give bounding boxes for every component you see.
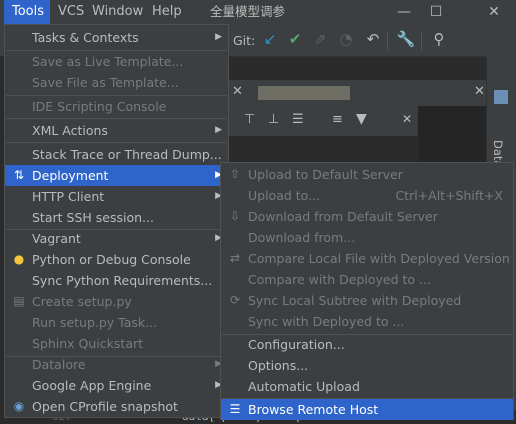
menu-window[interactable]: Window [92, 0, 143, 24]
menu-item-stack-trace[interactable]: Stack Trace or Thread Dump... [5, 144, 228, 165]
collapse-all-icon[interactable]: ⊥ [268, 112, 279, 127]
menu-item-options[interactable]: Options... [221, 355, 513, 376]
menu-item-compare-local-deployed: ⇄ Compare Local File with Deployed Versio… [221, 248, 513, 269]
menu-tools[interactable]: Tools [4, 0, 50, 24]
close-tab-icon[interactable]: ✕ [474, 84, 485, 99]
cprofile-icon: ◉ [13, 399, 25, 413]
sync-icon: ⟳ [229, 293, 241, 307]
menu-item-create-setup-py: ▤ Create setup.py [5, 291, 228, 312]
expand-all-icon[interactable]: ⊤ [244, 112, 255, 127]
menu-item-start-ssh-session[interactable]: Start SSH session... [5, 207, 228, 228]
remote-host-icon: ☰ [229, 402, 241, 416]
menu-separator [6, 118, 227, 119]
menu-item-tasks-contexts[interactable]: Tasks & Contexts ▶ [5, 27, 228, 48]
submenu-arrow-icon: ▶ [215, 32, 222, 42]
menu-item-xml-actions[interactable]: XML Actions ▶ [5, 120, 228, 141]
menu-item-upload-default-server: ⇧ Upload to Default Server [221, 164, 513, 185]
editor-tab[interactable] [258, 86, 350, 100]
sort-icon[interactable]: ≡ [332, 112, 343, 127]
menu-bar: Tools VCS Window Help 全量模型调参 — ☐ ✕ [0, 0, 516, 24]
menu-item-ide-scripting-console: IDE Scripting Console [32, 99, 167, 114]
file-icon: ▤ [13, 294, 25, 308]
rollback-icon[interactable]: ↶ [362, 28, 384, 50]
download-icon: ⇩ [229, 209, 241, 223]
git-push-icon: ⇗ [313, 30, 327, 48]
menu-item-python-debug-console[interactable]: ● Python or Debug Console [5, 249, 228, 270]
menu-item-google-app-engine[interactable]: Google App Engine ▶ [5, 375, 228, 396]
shortcut-label: Ctrl+Alt+Shift+X [395, 188, 503, 203]
menu-item-compare-deployed-to: Compare with Deployed to ... [248, 272, 431, 287]
close-tab-icon[interactable]: ✕ [232, 84, 243, 99]
menu-item-run-setup-py-task: Run setup.py Task... [32, 315, 158, 330]
database-icon[interactable] [494, 90, 508, 104]
menu-item-sync-deployed-to: Sync with Deployed to ... [248, 314, 405, 329]
filter-icon[interactable]: ▼ [356, 111, 367, 127]
submenu-arrow-icon: ▶ [215, 125, 222, 135]
menu-item-deployment[interactable]: ⇅ Deployment ▶ [5, 165, 228, 186]
menu-item-configuration[interactable]: Configuration... [221, 334, 513, 355]
menu-item-datalore: Datalore ▶ [5, 354, 228, 375]
close-icon[interactable]: ✕ [474, 0, 514, 24]
compare-icon: ⇄ [229, 251, 241, 265]
menu-item-browse-remote-host[interactable]: ☰ Browse Remote Host [221, 399, 513, 420]
menu-help[interactable]: Help [152, 0, 182, 24]
git-label: Git: [233, 33, 256, 48]
upload-icon: ⇧ [229, 167, 241, 181]
deployment-icon: ⇅ [13, 168, 25, 182]
git-commit-icon[interactable]: ✔ [284, 28, 306, 50]
code-minimap [418, 106, 486, 162]
tools-menu: Tasks & Contexts ▶ Save as Live Template.… [4, 24, 229, 418]
menu-vcs[interactable]: VCS [58, 0, 84, 24]
menu-item-download-default-server: ⇩ Download from Default Server [221, 206, 513, 227]
menu-item-open-cprofile-snapshot[interactable]: ◉ Open CProfile snapshot [5, 396, 228, 417]
menu-separator [6, 142, 227, 143]
menu-item-download-from: Download from... [248, 230, 356, 245]
search-icon[interactable]: ⚲ [428, 28, 450, 50]
toolbar-separator [387, 32, 388, 50]
menu-item-http-client[interactable]: HTTP Client ▶ [5, 186, 228, 207]
project-title: 全量模型调参 [210, 4, 286, 19]
filter-list-icon[interactable]: ☰ [292, 112, 304, 127]
menu-item-sphinx-quickstart: Sphinx Quickstart [32, 336, 144, 351]
history-icon: ◔ [339, 30, 353, 48]
deployment-submenu: ⇧ Upload to Default Server Upload to... Ct… [220, 162, 514, 420]
menu-item-save-file-template: Save File as Template... [32, 75, 179, 90]
python-icon: ● [13, 252, 25, 266]
menu-item-vagrant[interactable]: Vagrant ▶ [5, 228, 228, 249]
menu-item-automatic-upload[interactable]: Automatic Upload [221, 376, 513, 397]
menu-item-upload-to: Upload to... Ctrl+Alt+Shift+X [221, 185, 513, 206]
close-panel-icon[interactable]: ✕ [402, 112, 412, 126]
maximize-icon[interactable]: ☐ [416, 0, 456, 24]
menu-item-save-live-template: Save as Live Template... [32, 54, 184, 69]
menu-item-sync-python-requirements[interactable]: Sync Python Requirements... [5, 270, 228, 291]
toolbar-separator [421, 32, 422, 50]
menu-item-sync-local-subtree: ⟳ Sync Local Subtree with Deployed [221, 290, 513, 311]
wrench-icon[interactable]: 🔧 [395, 28, 417, 50]
git-update-icon[interactable]: ↙ [259, 28, 281, 50]
